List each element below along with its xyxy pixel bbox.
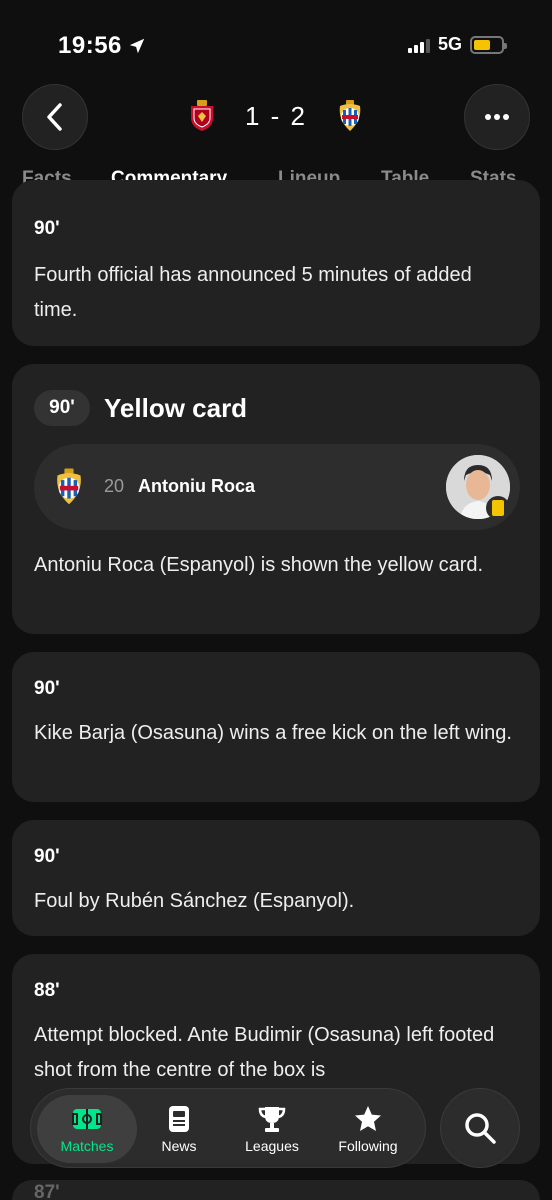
event-minute: 87': [34, 1182, 60, 1200]
nav-news[interactable]: News: [147, 1095, 211, 1163]
commentary-text: Attempt blocked. Ante Budimir (Osasuna) …: [34, 1024, 495, 1081]
event-minute: 90': [34, 846, 60, 867]
battery-icon: [470, 35, 507, 54]
pitch-icon: [72, 1109, 102, 1129]
nav-label: Following: [338, 1138, 398, 1154]
espanyol-crest-icon: [57, 468, 81, 505]
nav-label: Leagues: [245, 1138, 299, 1154]
match-header: 1 - 2: [0, 84, 552, 154]
yellow-card-icon: [486, 496, 510, 520]
search-button[interactable]: [440, 1088, 520, 1168]
more-options-button[interactable]: [464, 84, 530, 150]
event-minute: 88': [34, 980, 60, 1001]
cellular-signal-icon: [407, 37, 430, 53]
status-time: 19:56: [58, 32, 146, 60]
commentary-text: Fourth official has announced 5 minutes …: [34, 264, 472, 321]
nav-matches[interactable]: Matches: [37, 1095, 137, 1163]
commentary-text: Foul by Rubén Sánchez (Espanyol).: [34, 890, 355, 912]
trophy-icon: [258, 1107, 286, 1132]
commentary-card: 90' Fourth official has announced 5 minu…: [12, 180, 540, 346]
event-minute: 90': [34, 678, 60, 699]
event-minute: 90': [34, 218, 60, 239]
search-icon: [465, 1113, 496, 1144]
network-type: 5G: [437, 34, 462, 54]
nav-following[interactable]: Following: [327, 1095, 409, 1163]
status-bar: 19:56 5G: [0, 0, 552, 80]
star-icon: [355, 1106, 381, 1131]
bottom-navigation: Matches News Leagues Following: [30, 1088, 426, 1168]
news-icon: [169, 1106, 189, 1132]
clock-text: 19:56: [58, 32, 122, 59]
commentary-card: 90' Kike Barja (Osasuna) wins a free kic…: [12, 652, 540, 802]
nav-label: News: [161, 1138, 197, 1154]
match-score: 1 - 2: [244, 100, 308, 131]
location-arrow-icon: [129, 38, 145, 54]
yellow-card-event-card: 90' Yellow card 20 Antoniu Roca Antoniu …: [12, 364, 540, 634]
nav-label: Matches: [60, 1138, 114, 1154]
commentary-text: Kike Barja (Osasuna) wins a free kick on…: [34, 722, 512, 744]
status-indicators: 5G: [407, 34, 507, 55]
nav-leagues[interactable]: Leagues: [231, 1095, 313, 1163]
player-name: Antoniu Roca: [138, 476, 255, 496]
player-row[interactable]: 20 Antoniu Roca: [34, 444, 520, 530]
ellipsis-icon: [485, 114, 509, 120]
osasuna-crest-icon[interactable]: [189, 100, 215, 132]
player-number: 20: [104, 476, 125, 496]
espanyol-crest-icon[interactable]: [337, 100, 363, 132]
commentary-card: 90' Foul by Rubén Sánchez (Espanyol).: [12, 820, 540, 936]
event-minute-pill: 90': [34, 390, 90, 426]
commentary-text: Antoniu Roca (Espanyol) is shown the yel…: [34, 554, 484, 576]
event-title: Yellow card: [104, 393, 248, 423]
commentary-card: 87': [12, 1180, 540, 1200]
